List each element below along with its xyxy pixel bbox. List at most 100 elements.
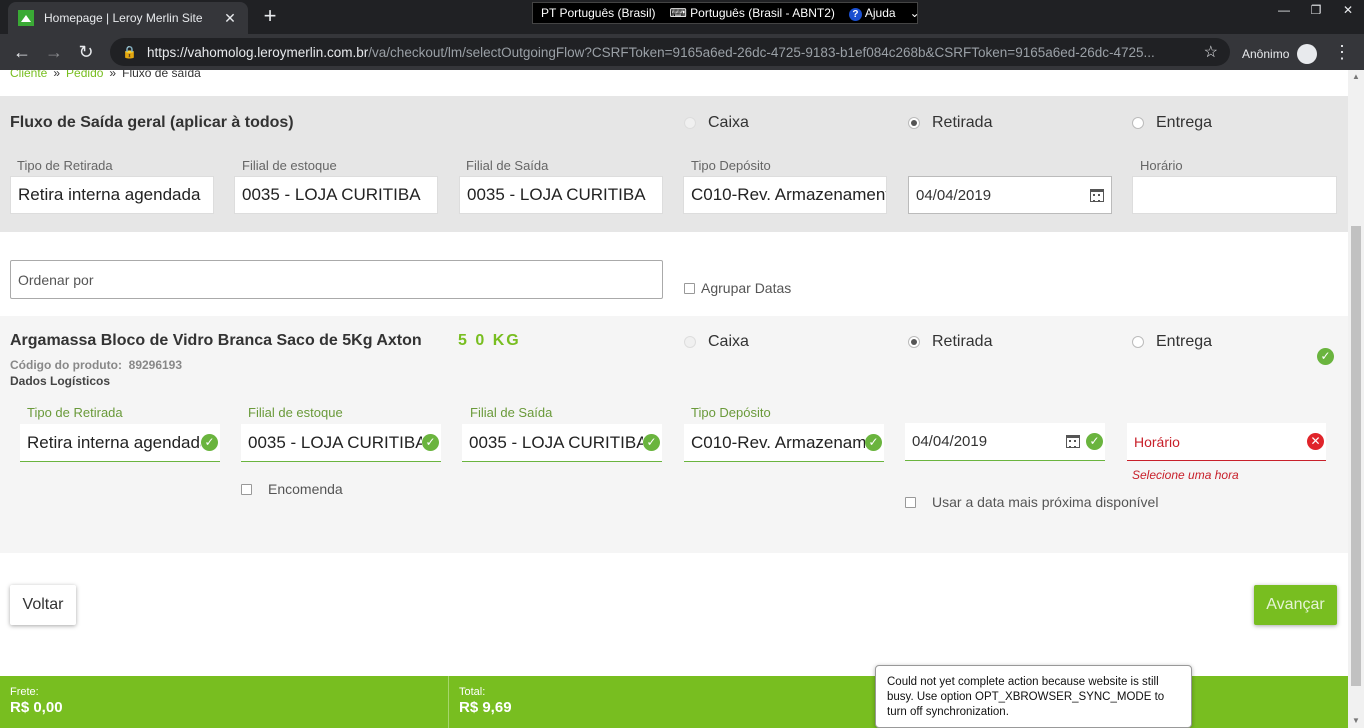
radio-label: Caixa	[708, 114, 749, 131]
breadcrumb-cliente[interactable]: Cliente	[10, 70, 47, 80]
breadcrumb: Cliente » Pedido » Fluxo de saída	[10, 70, 201, 80]
language-selector[interactable]: PT Português (Brasil)	[541, 6, 656, 20]
freight-label: Frete:	[10, 686, 39, 698]
general-radio-retirada[interactable]: Retirada	[908, 114, 992, 132]
product-filial-saida-select[interactable]: 0035 - LOJA CURITIBA ✓	[462, 424, 662, 462]
tab-close-icon[interactable]: ✕	[222, 10, 238, 27]
product-code-value: 89296193	[128, 358, 183, 372]
field-value: 0035 - LOJA CURITIBA	[248, 432, 422, 452]
field-value: C010-Rev. Armazenamento	[691, 432, 865, 452]
group-dates-label: Agrupar Datas	[701, 280, 792, 296]
product-valid-check-icon: ✓	[1317, 348, 1334, 365]
freight-summary: Frete: R$ 0,00	[0, 676, 73, 728]
product-radio-retirada[interactable]: Retirada	[908, 333, 992, 351]
window-controls: — ❐ ✕	[1268, 0, 1364, 20]
valid-check-icon: ✓	[1086, 433, 1103, 450]
product-quantity: 5 0 KG	[458, 332, 521, 349]
new-tab-button[interactable]: +	[258, 4, 282, 28]
product-code: Código do produto: 89296193	[10, 358, 182, 372]
general-date-input[interactable]: 04/04/2019	[908, 176, 1112, 214]
radio-selected-icon	[908, 117, 920, 129]
breadcrumb-separator: »	[53, 70, 61, 80]
product-horario-select[interactable]: Horário ✕	[1127, 423, 1326, 461]
back-button[interactable]: Voltar	[10, 585, 76, 625]
bookmark-star-icon[interactable]: ☆	[1204, 42, 1218, 62]
help-button[interactable]: ? Ajuda	[848, 6, 896, 21]
freight-value: R$ 0,00	[10, 699, 63, 716]
product-filial-estoque-select[interactable]: 0035 - LOJA CURITIBA ✓	[241, 424, 441, 462]
product-filial-saida-label: Filial de Saída	[470, 405, 553, 420]
keyboard-layout-label: Português (Brasil - ABNT2)	[690, 6, 835, 20]
general-flow-title: Fluxo de Saída geral (aplicar à todos)	[10, 114, 294, 131]
leroy-merlin-favicon-icon	[18, 10, 34, 26]
calendar-icon[interactable]	[1066, 435, 1080, 448]
sort-by-select[interactable]: Ordenar por	[10, 260, 663, 299]
nearest-date-label: Usar a data mais próxima disponível	[932, 494, 1159, 510]
radio-circle-icon	[1132, 336, 1144, 348]
valid-check-icon: ✓	[201, 434, 218, 451]
scroll-down-arrow-icon[interactable]: ▼	[1348, 714, 1364, 728]
scrollbar-thumb[interactable]	[1351, 226, 1361, 686]
next-button[interactable]: Avançar	[1254, 585, 1337, 625]
language-bar: PT Português (Brasil) ⌨ Português (Brasi…	[532, 2, 920, 24]
general-filial-estoque-label: Filial de estoque	[242, 158, 337, 173]
back-arrow-icon[interactable]: ←	[6, 42, 38, 63]
restore-icon[interactable]: ❐	[1300, 0, 1332, 20]
url-host: https://vahomolog.leroymerlin.com.br	[146, 44, 369, 60]
group-dates-checkbox[interactable]: Agrupar Datas	[684, 280, 791, 296]
general-tipo-retirada-label: Tipo de Retirada	[17, 158, 113, 173]
general-filial-estoque-select[interactable]: 0035 - LOJA CURITIBA	[234, 176, 438, 214]
url-path: /va/checkout/lm/selectOutgoingFlow?CSRFT…	[368, 44, 1155, 60]
general-tipo-deposito-label: Tipo Depósito	[691, 158, 771, 173]
breadcrumb-separator: »	[109, 70, 117, 80]
scroll-up-arrow-icon[interactable]: ▲	[1348, 70, 1364, 84]
product-tipo-deposito-select[interactable]: C010-Rev. Armazenamento✓	[684, 424, 884, 462]
valid-check-icon: ✓	[643, 434, 660, 451]
browser-toolbar: ← → ↻ 🔒 https://vahomolog.leroymerlin.co…	[0, 34, 1364, 70]
horario-error-message: Selecione uma hora	[1132, 468, 1239, 482]
language-bar-options-icon[interactable]: ⌄	[910, 6, 920, 20]
product-name: Argamassa Bloco de Vidro Branca Saco de …	[10, 332, 422, 349]
radio-label: Caixa	[708, 333, 749, 350]
radio-label: Retirada	[932, 333, 993, 350]
browser-menu-icon[interactable]: ⋮	[1332, 42, 1352, 63]
general-radio-entrega[interactable]: Entrega	[1132, 114, 1212, 132]
total-value: R$ 9,69	[459, 699, 512, 716]
nearest-date-checkbox[interactable]: Usar a data mais próxima disponível	[905, 494, 1158, 510]
radio-label: Entrega	[1156, 114, 1213, 131]
product-date-input[interactable]: 04/04/2019 ✓	[905, 423, 1105, 461]
minimize-icon[interactable]: —	[1268, 0, 1300, 20]
keyboard-icon: ⌨	[669, 6, 691, 20]
general-filial-saida-select[interactable]: 0035 - LOJA CURITIBA	[459, 176, 663, 214]
page-content: Cliente » Pedido » Fluxo de saída Fluxo …	[0, 70, 1348, 728]
product-radio-entrega[interactable]: Entrega	[1132, 333, 1212, 351]
checkbox-icon	[684, 282, 695, 294]
radio-circle-icon	[684, 117, 696, 129]
general-radio-caixa[interactable]: Caixa	[684, 114, 749, 132]
window-close-icon[interactable]: ✕	[1332, 0, 1364, 20]
help-icon: ?	[848, 7, 862, 21]
tab-title: Homepage | Leroy Merlin Site	[44, 11, 203, 25]
browser-tab[interactable]: Homepage | Leroy Merlin Site ✕	[8, 2, 248, 34]
browser-tab-strip: Homepage | Leroy Merlin Site ✕ + PT Port…	[0, 0, 1364, 34]
field-value: Horário	[1134, 433, 1180, 450]
general-tipo-retirada-select[interactable]: Retira interna agendada	[10, 176, 214, 214]
error-x-icon: ✕	[1307, 433, 1324, 450]
general-tipo-deposito-select[interactable]: C010-Rev. Armazenamento	[683, 176, 887, 214]
reload-icon[interactable]: ↻	[70, 42, 102, 63]
product-tipo-deposito-label: Tipo Depósito	[691, 405, 771, 420]
valid-check-icon: ✓	[865, 434, 882, 451]
forward-arrow-icon[interactable]: →	[38, 42, 70, 63]
address-bar[interactable]: 🔒 https://vahomolog.leroymerlin.com.br/v…	[110, 38, 1230, 66]
page-scrollbar[interactable]: ▲ ▼	[1348, 70, 1364, 728]
product-radio-caixa[interactable]: Caixa	[684, 333, 749, 351]
radio-label: Entrega	[1156, 333, 1213, 350]
url-text: https://vahomolog.leroymerlin.com.br/va/…	[147, 45, 1194, 60]
incognito-indicator[interactable]: Anônimo	[1242, 44, 1318, 64]
keyboard-layout-selector[interactable]: ⌨ Português (Brasil - ABNT2)	[670, 6, 835, 20]
calendar-icon[interactable]	[1090, 188, 1104, 202]
general-horario-select[interactable]	[1132, 176, 1337, 214]
encomenda-checkbox[interactable]: Encomenda	[241, 481, 343, 497]
product-tipo-retirada-select[interactable]: Retira interna agendada ✓	[20, 424, 220, 462]
breadcrumb-pedido[interactable]: Pedido	[66, 70, 103, 80]
